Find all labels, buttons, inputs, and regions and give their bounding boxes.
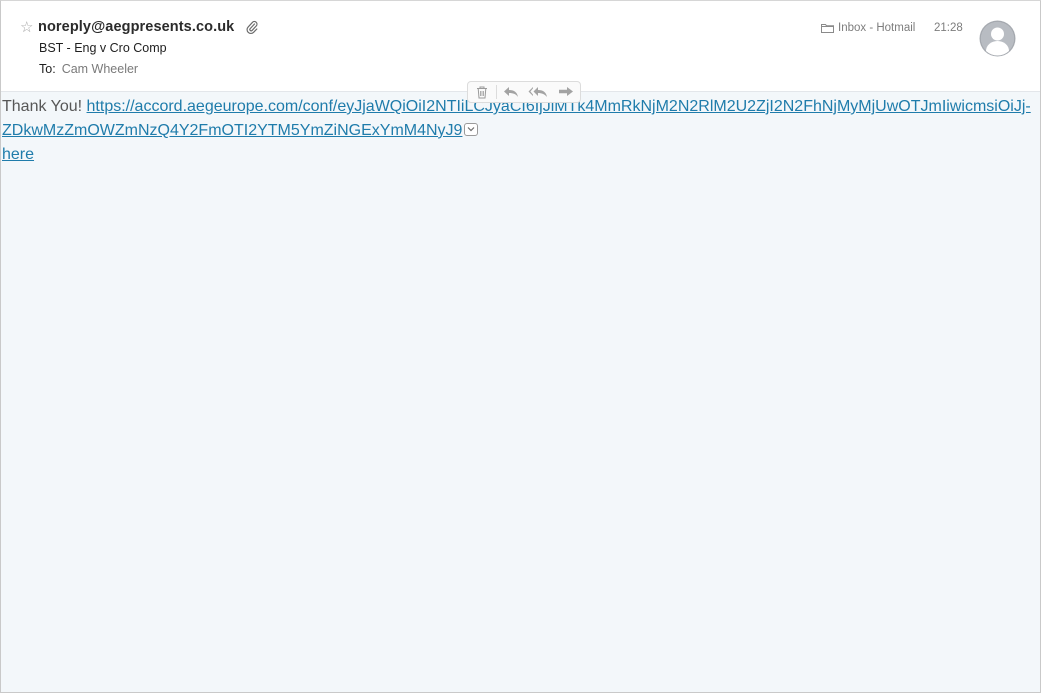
reply-icon[interactable]: [497, 82, 525, 102]
folder-label: Inbox - Hotmail: [838, 22, 916, 34]
paperclip-icon: [246, 20, 258, 35]
star-icon[interactable]: ☆: [20, 18, 33, 36]
message-actions-toolbar: [467, 81, 581, 103]
folder-icon: [821, 24, 834, 33]
avatar-icon[interactable]: [979, 20, 1016, 57]
received-time: 21:28: [934, 22, 963, 34]
recipient-row: To: Cam Wheeler: [39, 62, 138, 76]
here-link[interactable]: here: [2, 146, 34, 163]
reply-all-icon[interactable]: [524, 82, 552, 102]
mailbox-indicator: Inbox - Hotmail: [821, 22, 915, 34]
chevron-down-icon: [468, 127, 475, 132]
sender-address[interactable]: noreply@aegpresents.co.uk: [38, 19, 234, 35]
message-body: Thank You! https://accord.aegeurope.com/…: [1, 92, 1040, 692]
subject-line: BST - Eng v Cro Comp: [39, 41, 167, 55]
recipient-name[interactable]: Cam Wheeler: [62, 62, 138, 76]
to-label: To:: [39, 62, 56, 76]
greeting-text: Thank You!: [2, 98, 83, 115]
confirmation-link[interactable]: https://accord.aegeurope.com/conf/eyJjaW…: [2, 98, 1031, 139]
link-expand-toggle[interactable]: [464, 123, 479, 137]
message-text: Thank You! https://accord.aegeurope.com/…: [2, 95, 1039, 167]
mail-window: ☆ noreply@aegpresents.co.uk BST - Eng v …: [0, 0, 1041, 693]
forward-icon[interactable]: [552, 82, 580, 102]
trash-icon[interactable]: [468, 82, 496, 102]
message-header: ☆ noreply@aegpresents.co.uk BST - Eng v …: [1, 1, 1040, 91]
